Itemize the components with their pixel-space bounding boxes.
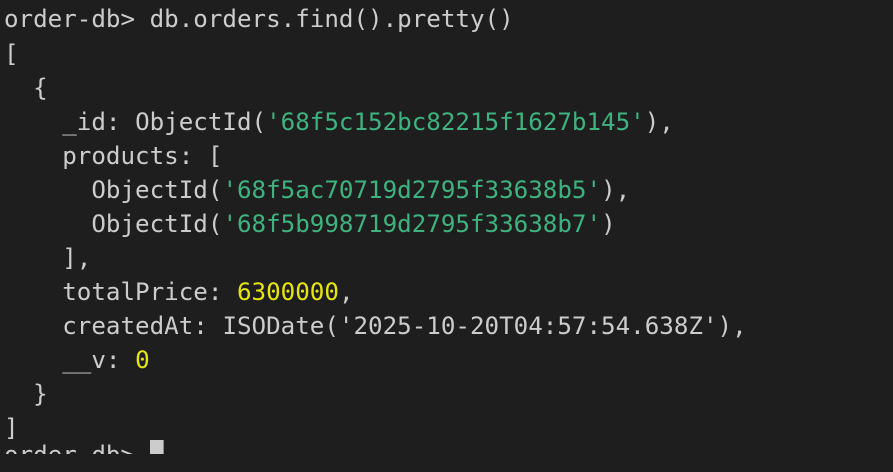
output-open-array: [: [4, 40, 19, 68]
product-2-func-open: ObjectId(: [4, 210, 223, 238]
output-created-at: createdAt: ISODate('2025-10-20T04:57:54.…: [4, 309, 747, 343]
product-1-func-open: ObjectId(: [4, 176, 223, 204]
product-1-func-close: ),: [601, 176, 631, 204]
created-at-key: createdAt:: [4, 312, 223, 340]
id-key: _id:: [4, 108, 136, 136]
text-cursor: [149, 440, 164, 454]
output-open-object: {: [4, 74, 48, 102]
id-value: '68f5c152bc82215f1627b145': [266, 108, 645, 136]
output-version: __v: 0: [4, 343, 150, 377]
total-price-value: 6300000: [237, 278, 339, 306]
version-key: __v:: [4, 346, 136, 374]
product-1-value: '68f5ac70719d2795f33638b5': [222, 176, 602, 204]
prompt: order-db>: [4, 5, 150, 33]
next-prompt: order-db>: [4, 441, 150, 469]
command-line: order-db> db.orders.find().pretty(): [4, 2, 514, 36]
output-close-object: }: [4, 380, 48, 408]
output-products-key: products: [: [4, 142, 223, 170]
command-text: db.orders.find().pretty(): [149, 5, 514, 33]
terminal-window[interactable]: order-db> db.orders.find().pretty() [ { …: [0, 0, 893, 454]
version-value: 0: [135, 346, 150, 374]
output-products-close: ],: [4, 244, 92, 272]
output-total-price: totalPrice: 6300000,: [4, 275, 354, 309]
total-price-comma: ,: [338, 278, 354, 306]
product-2-func-close: ): [601, 210, 616, 238]
id-func-close: ),: [644, 108, 674, 136]
output-id-line: _id: ObjectId('68f5c152bc82215f1627b145'…: [4, 105, 674, 139]
output-product-2: ObjectId('68f5b998719d2795f33638b7'): [4, 207, 616, 241]
product-2-value: '68f5b998719d2795f33638b7': [222, 210, 602, 238]
output-product-1: ObjectId('68f5ac70719d2795f33638b5'),: [4, 173, 630, 207]
total-price-key: totalPrice:: [4, 278, 237, 306]
created-at-value: ISODate('2025-10-20T04:57:54.638Z'),: [222, 312, 747, 340]
id-func-open: ObjectId(: [135, 108, 267, 136]
next-prompt-line[interactable]: order-db>: [4, 438, 164, 469]
